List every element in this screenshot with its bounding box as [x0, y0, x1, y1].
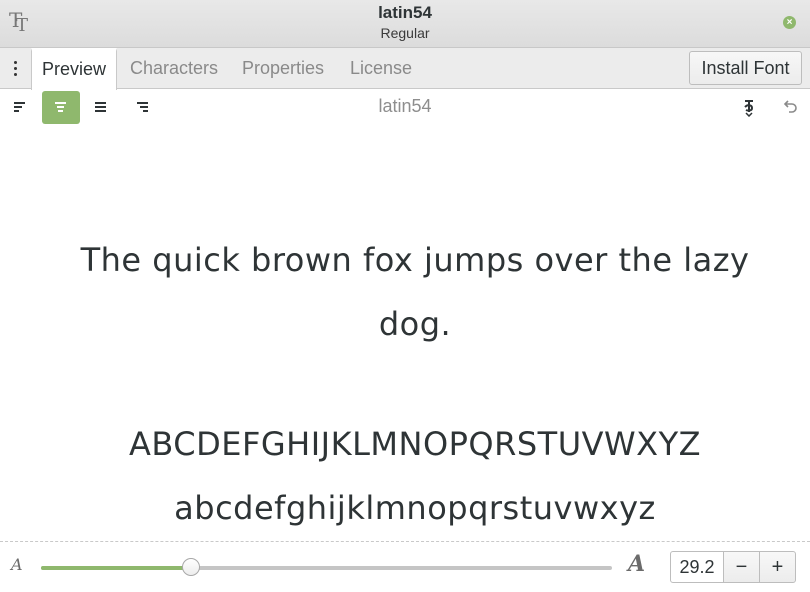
undo-icon[interactable]: [780, 97, 800, 117]
preview-toolbar: latin54: [0, 89, 810, 125]
font-preview-area: The quick brown fox jumps over the lazy …: [0, 125, 810, 540]
size-small-icon: A: [11, 555, 23, 574]
tab-bar: Preview Characters Properties License In…: [0, 48, 810, 90]
install-font-button[interactable]: Install Font: [689, 51, 802, 85]
tab-characters[interactable]: Characters: [130, 48, 218, 88]
decrease-size-button[interactable]: −: [723, 551, 760, 583]
menu-kebab-icon[interactable]: [7, 58, 23, 78]
preview-lowercase: abcdefghijklmnopqrstuvwxyz: [174, 489, 656, 527]
preview-sentence: The quick brown fox jumps over the lazy …: [80, 241, 750, 343]
size-input[interactable]: 29.2: [670, 551, 724, 583]
window-subtitle: Regular: [380, 25, 430, 41]
size-slider-thumb[interactable]: [181, 558, 200, 576]
close-button[interactable]: ×: [783, 16, 796, 29]
size-slider-fill: [41, 566, 191, 570]
preview-font-name: latin54: [378, 96, 432, 116]
title-bar: T T latin54 Regular ×: [0, 0, 810, 48]
tab-properties[interactable]: Properties: [242, 48, 324, 88]
size-slider[interactable]: [41, 558, 612, 576]
window-title-group: latin54 Regular: [0, 3, 810, 43]
size-large-icon: A: [628, 551, 646, 577]
preview-uppercase: ABCDEFGHIJKLMNOPQRSTUVWXYZ: [128, 425, 702, 463]
tab-license[interactable]: License: [350, 48, 412, 88]
tab-preview[interactable]: Preview: [31, 48, 118, 90]
language-icon[interactable]: [740, 97, 760, 118]
window-title: latin54: [378, 3, 432, 22]
increase-size-button[interactable]: +: [759, 551, 796, 583]
size-bar: A A 29.2 − +: [0, 541, 810, 592]
